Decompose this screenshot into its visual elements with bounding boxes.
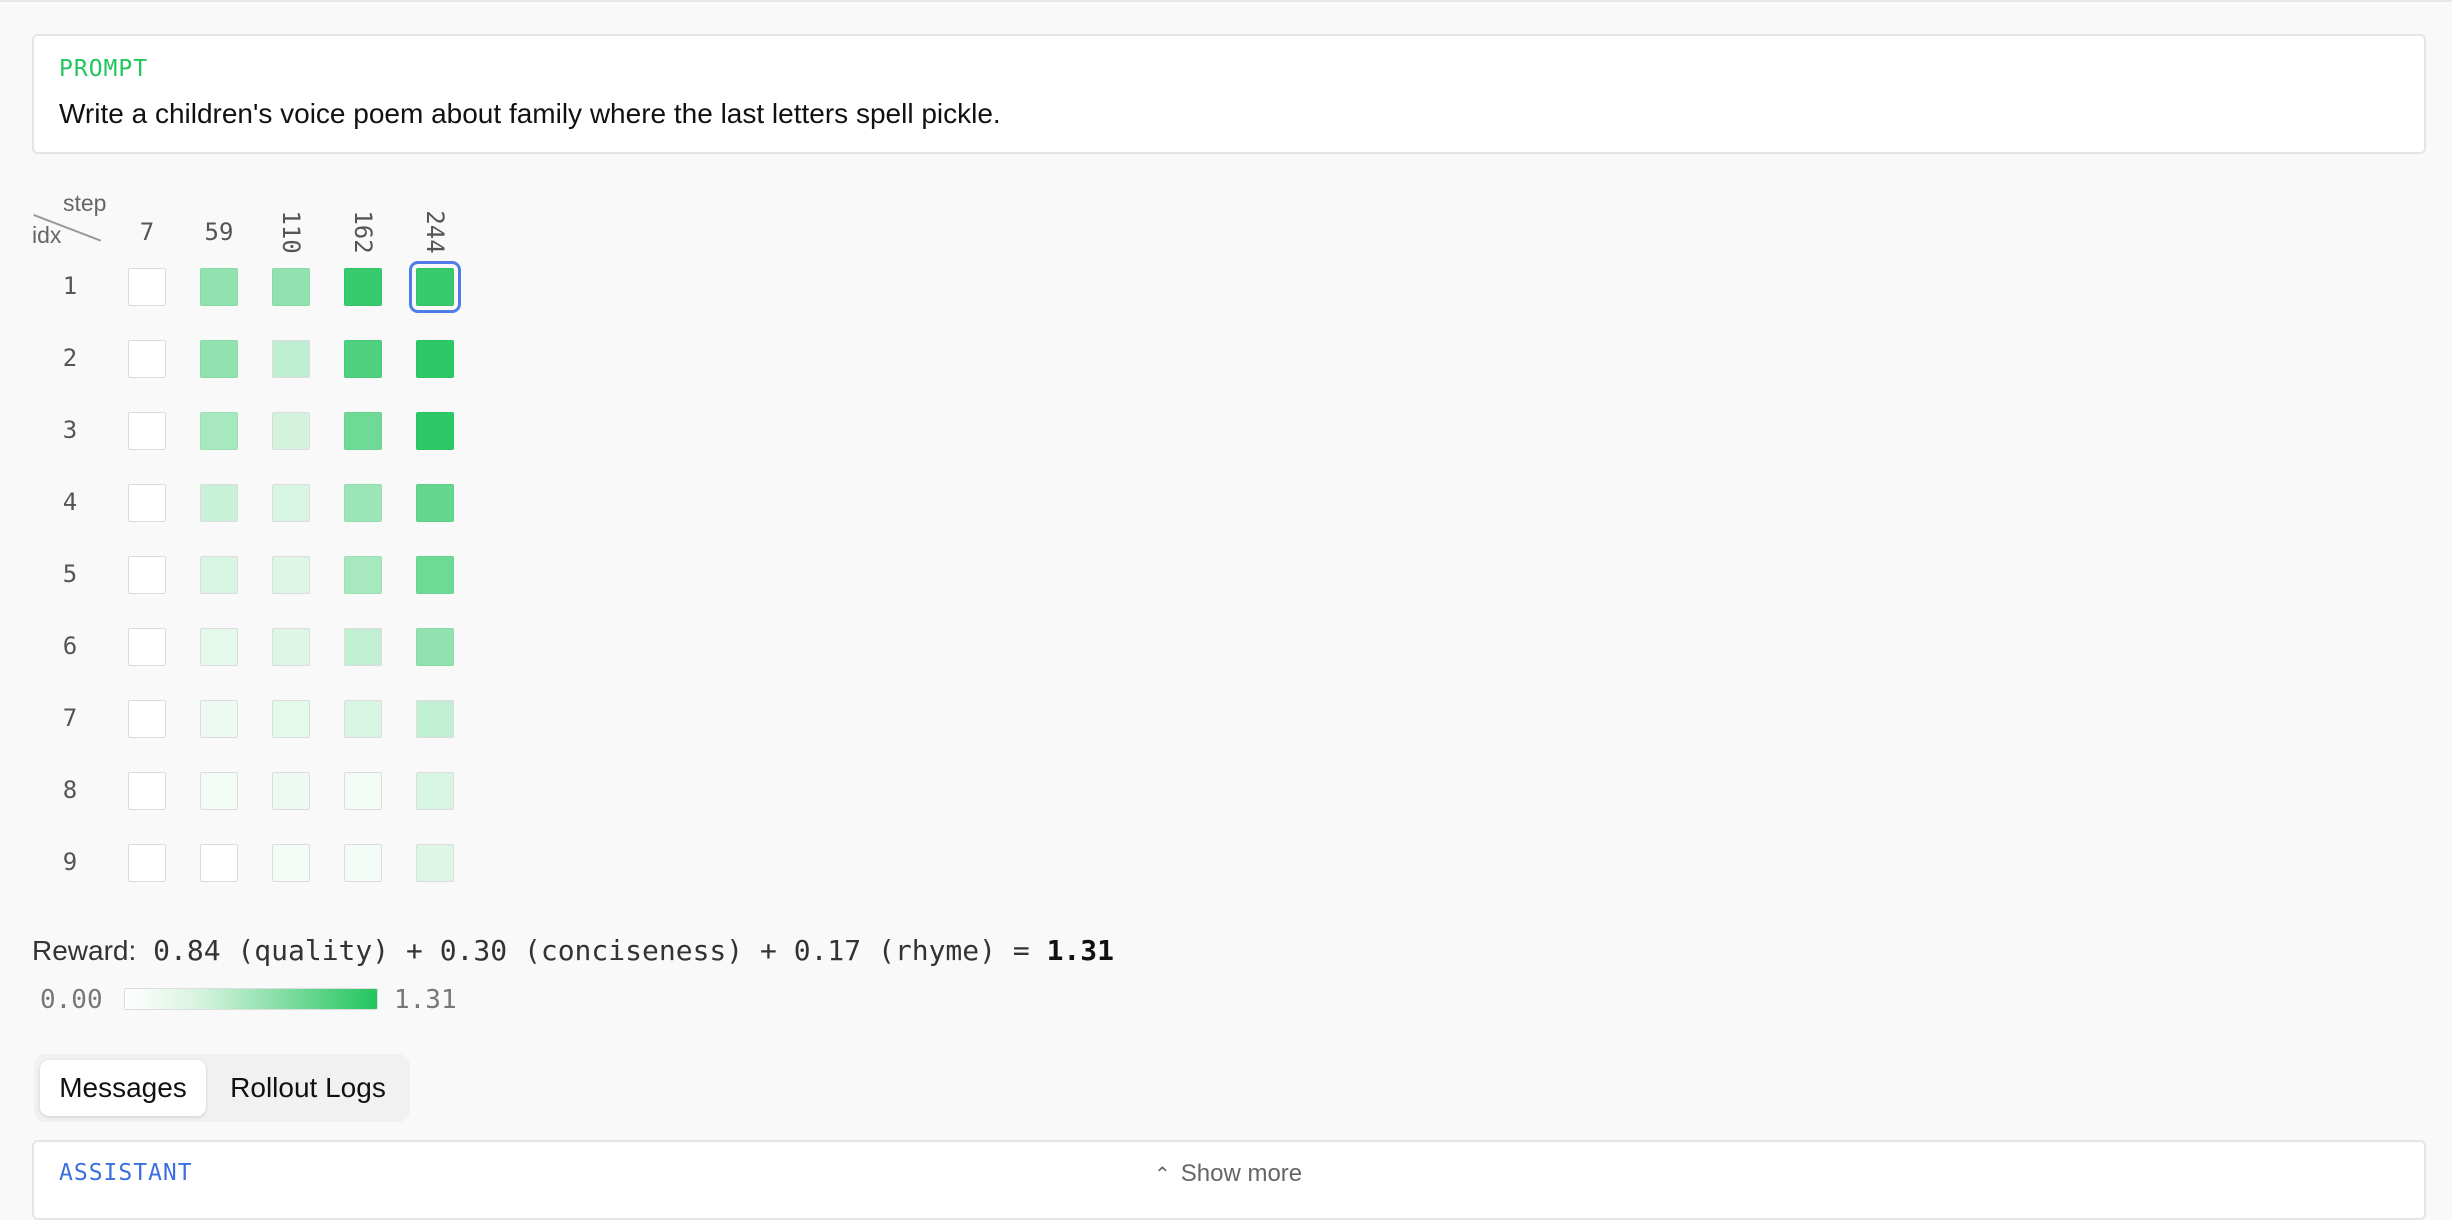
- color-scale-bar: [124, 988, 378, 1010]
- heatmap-cell[interactable]: [272, 484, 310, 522]
- heatmap-cell[interactable]: [272, 556, 310, 594]
- view-tabs: Messages Rollout Logs: [34, 1054, 410, 1122]
- row-header: 4: [62, 488, 78, 516]
- row-header: 2: [62, 344, 78, 372]
- heatmap-cell[interactable]: [344, 484, 382, 522]
- tab-rollout-logs[interactable]: Rollout Logs: [212, 1060, 404, 1116]
- column-header: 162: [349, 210, 377, 254]
- heatmap-cell[interactable]: [128, 700, 166, 738]
- show-more-button[interactable]: ⌃ Show more: [1154, 1160, 1302, 1188]
- heatmap-cell[interactable]: [416, 484, 454, 522]
- show-more-label: Show more: [1180, 1160, 1303, 1187]
- heatmap-cell[interactable]: [272, 772, 310, 810]
- heatmap-cell[interactable]: [409, 261, 461, 313]
- chevron-up-icon: ⌃: [1154, 1164, 1171, 1186]
- heatmap-cell[interactable]: [344, 340, 382, 378]
- heatmap-cell[interactable]: [344, 844, 382, 882]
- heatmap-cell[interactable]: [128, 844, 166, 882]
- heatmap-cell[interactable]: [200, 772, 238, 810]
- heatmap-cell[interactable]: [272, 412, 310, 450]
- heatmap-cell[interactable]: [416, 340, 454, 378]
- heatmap-cell[interactable]: [128, 556, 166, 594]
- scale-max: 1.31: [394, 985, 457, 1015]
- heatmap-cell[interactable]: [272, 340, 310, 378]
- heatmap-cell[interactable]: [344, 628, 382, 666]
- heatmap-cell[interactable]: [416, 700, 454, 738]
- row-header: 6: [62, 632, 78, 660]
- heatmap-cell[interactable]: [272, 268, 310, 306]
- heatmap-cell[interactable]: [200, 700, 238, 738]
- assistant-role-label: ASSISTANT: [59, 1160, 193, 1186]
- heatmap-cell[interactable]: [416, 556, 454, 594]
- heatmap-cell[interactable]: [200, 556, 238, 594]
- prompt-label: PROMPT: [59, 56, 149, 82]
- prompt-text: Write a children's voice poem about fami…: [59, 98, 1001, 129]
- row-header: 7: [62, 704, 78, 732]
- heatmap-cell[interactable]: [128, 268, 166, 306]
- heatmap-cell[interactable]: [344, 772, 382, 810]
- row-header: 3: [62, 416, 78, 444]
- row-header: 5: [62, 560, 78, 588]
- row-header: 1: [62, 272, 78, 300]
- heatmap-cell[interactable]: [272, 628, 310, 666]
- column-header: 244: [421, 210, 449, 254]
- heatmap-cell[interactable]: [128, 772, 166, 810]
- assistant-message-card: ASSISTANT ⌃ Show more: [32, 1140, 2426, 1220]
- heatmap-cell[interactable]: [344, 268, 382, 306]
- top-divider: [0, 0, 2452, 2]
- reward-formula: 0.84 (quality) + 0.30 (conciseness) + 0.…: [153, 934, 1030, 967]
- reward-total: 1.31: [1046, 934, 1115, 967]
- row-header: 9: [62, 848, 78, 876]
- heatmap-cell[interactable]: [344, 412, 382, 450]
- column-header: 110: [277, 210, 305, 254]
- tab-messages[interactable]: Messages: [40, 1060, 206, 1116]
- heatmap-cell[interactable]: [200, 628, 238, 666]
- heatmap-cell[interactable]: [128, 484, 166, 522]
- column-header: 59: [204, 218, 234, 246]
- heatmap-cell[interactable]: [200, 340, 238, 378]
- heatmap-cell[interactable]: [200, 412, 238, 450]
- axis-label-idx: idx: [32, 222, 62, 248]
- heatmap-cell[interactable]: [200, 844, 238, 882]
- heatmap-cell[interactable]: [416, 772, 454, 810]
- heatmap-cell[interactable]: [344, 556, 382, 594]
- reward-label: Reward:: [32, 935, 137, 966]
- axis-label-step: step: [63, 190, 107, 216]
- heatmap-cell[interactable]: [128, 340, 166, 378]
- reward-summary: Reward: 0.84 (quality) + 0.30 (concisene…: [32, 934, 1114, 967]
- prompt-card: PROMPT Write a children's voice poem abo…: [32, 34, 2426, 154]
- heatmap-cell[interactable]: [344, 700, 382, 738]
- heatmap-cell[interactable]: [200, 268, 238, 306]
- scale-min: 0.00: [40, 985, 103, 1015]
- heatmap-cell[interactable]: [416, 412, 454, 450]
- heatmap-cell[interactable]: [200, 484, 238, 522]
- heatmap-cell[interactable]: [416, 844, 454, 882]
- row-header: 8: [62, 776, 78, 804]
- heatmap-cell[interactable]: [272, 700, 310, 738]
- heatmap-cell[interactable]: [416, 628, 454, 666]
- heatmap-cell[interactable]: [128, 628, 166, 666]
- column-header: 7: [139, 218, 155, 246]
- heatmap-cell[interactable]: [128, 412, 166, 450]
- heatmap-cell[interactable]: [272, 844, 310, 882]
